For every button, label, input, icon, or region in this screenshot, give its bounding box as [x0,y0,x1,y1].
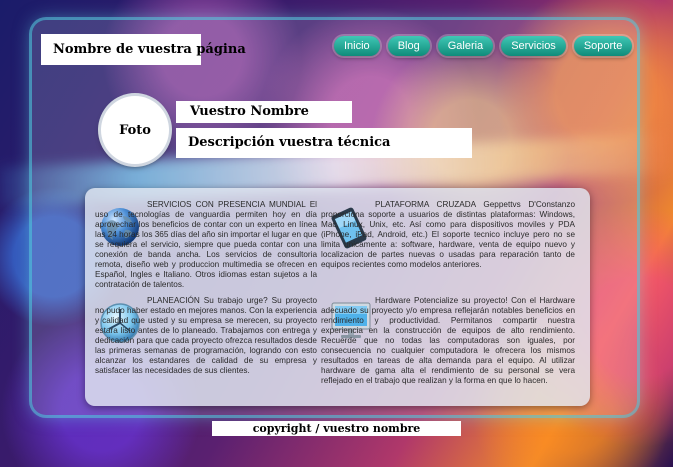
nav-blog-button[interactable]: Blog [387,36,430,56]
footer-copyright: copyright / vuestro nombre [212,421,461,436]
service-text-hardware: Hardware Potencialize su proyecto! Con e… [321,296,575,385]
nav-servicios-button[interactable]: Servicios [501,36,566,56]
services-panel: SERVICIOS CON PRESENCIA MUNDIAL El uso d… [85,188,590,406]
profile-name: Vuestro Nombre [176,101,352,123]
main-nav: Inicio Blog Galeria Servicios Soporte [334,36,633,56]
profile-photo: Foto [101,96,169,164]
nav-soporte-button[interactable]: Soporte [573,36,633,56]
service-text-platform: PLATAFORMA CRUZADA Geppettvs D'Constanzo… [321,200,575,269]
service-text-planning: PLANEACIÓN Su trabajo urge? Su proyecto … [95,296,317,375]
nav-galeria-button[interactable]: Galeria [437,36,494,56]
nav-inicio-button[interactable]: Inicio [334,36,380,56]
profile-description: Descripción vuestra técnica [176,128,472,158]
site-title: Nombre de vuestra página [41,34,246,65]
service-text-worldwide: SERVICIOS CON PRESENCIA MUNDIAL El uso d… [95,200,317,289]
